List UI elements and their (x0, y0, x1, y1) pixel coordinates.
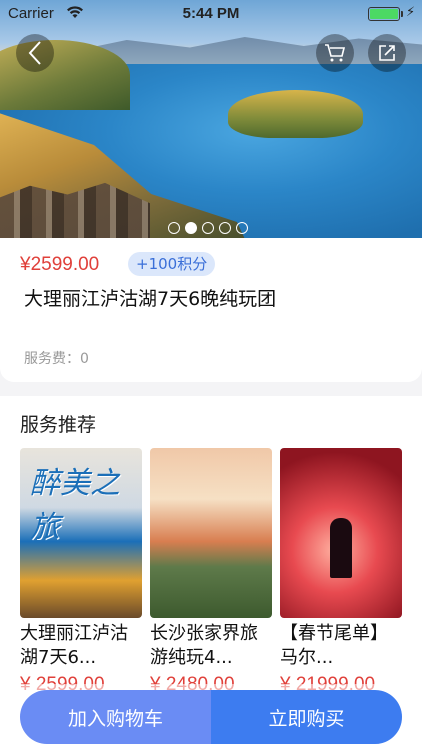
recommend-name: 大理丽江泸沽湖7天6... (20, 623, 128, 668)
recommend-name: 长沙张家界旅游纯玩4... (150, 623, 258, 668)
carousel-dot[interactable] (168, 222, 180, 234)
recommend-card[interactable]: 醉美之旅 大理丽江泸沽湖7天6... ¥ 2599.00 (20, 448, 142, 696)
image-badge-text: 醉美之旅 (30, 466, 120, 545)
carousel-dot[interactable] (219, 222, 231, 234)
cart-button[interactable] (316, 34, 354, 72)
share-button[interactable] (368, 34, 406, 72)
add-to-cart-button[interactable]: 加入购物车 (20, 690, 211, 744)
back-button[interactable] (16, 34, 54, 72)
carousel-dot[interactable] (202, 222, 214, 234)
recommend-card[interactable]: 【春节尾单】马尔... ¥ 21999.00 (280, 448, 402, 696)
product-title: 大理丽江泸沽湖7天6晚纯玩团 (24, 288, 277, 310)
recommend-name: 【春节尾单】马尔... (280, 623, 388, 668)
share-icon (379, 45, 395, 61)
recommend-image (150, 448, 272, 618)
recommend-heading: 服务推荐 (20, 414, 97, 436)
carousel-indicator (168, 222, 248, 234)
clock: 5:44 PM (182, 5, 240, 22)
chevron-left-icon (28, 41, 41, 65)
carousel-dot-active[interactable] (185, 222, 197, 234)
recommend-card[interactable]: 长沙张家界旅游纯玩4... ¥ 2480.00 (150, 448, 272, 696)
buy-now-button[interactable]: 立即购买 (211, 690, 402, 744)
charging-icon: ⚡ (406, 5, 416, 20)
recommend-image: 醉美之旅 (20, 448, 142, 618)
product-price: ¥2599.00 (20, 254, 100, 275)
battery-icon (368, 7, 400, 21)
cart-icon (325, 44, 346, 62)
recommend-image (280, 448, 402, 618)
points-badge: +100积分 (128, 252, 216, 276)
recommend-list[interactable]: 醉美之旅 大理丽江泸沽湖7天6... ¥ 2599.00 长沙张家界旅游纯玩4.… (20, 448, 402, 696)
product-image-carousel[interactable] (0, 0, 422, 238)
carousel-dot[interactable] (236, 222, 248, 234)
service-fee: 服务费：0 (24, 351, 89, 367)
status-bar: Carrier 5:44 PM ⚡ (0, 0, 422, 28)
product-info-card: ¥2599.00 +100积分 大理丽江泸沽湖7天6晚纯玩团 服务费：0 (0, 238, 422, 382)
silhouette (330, 518, 352, 578)
